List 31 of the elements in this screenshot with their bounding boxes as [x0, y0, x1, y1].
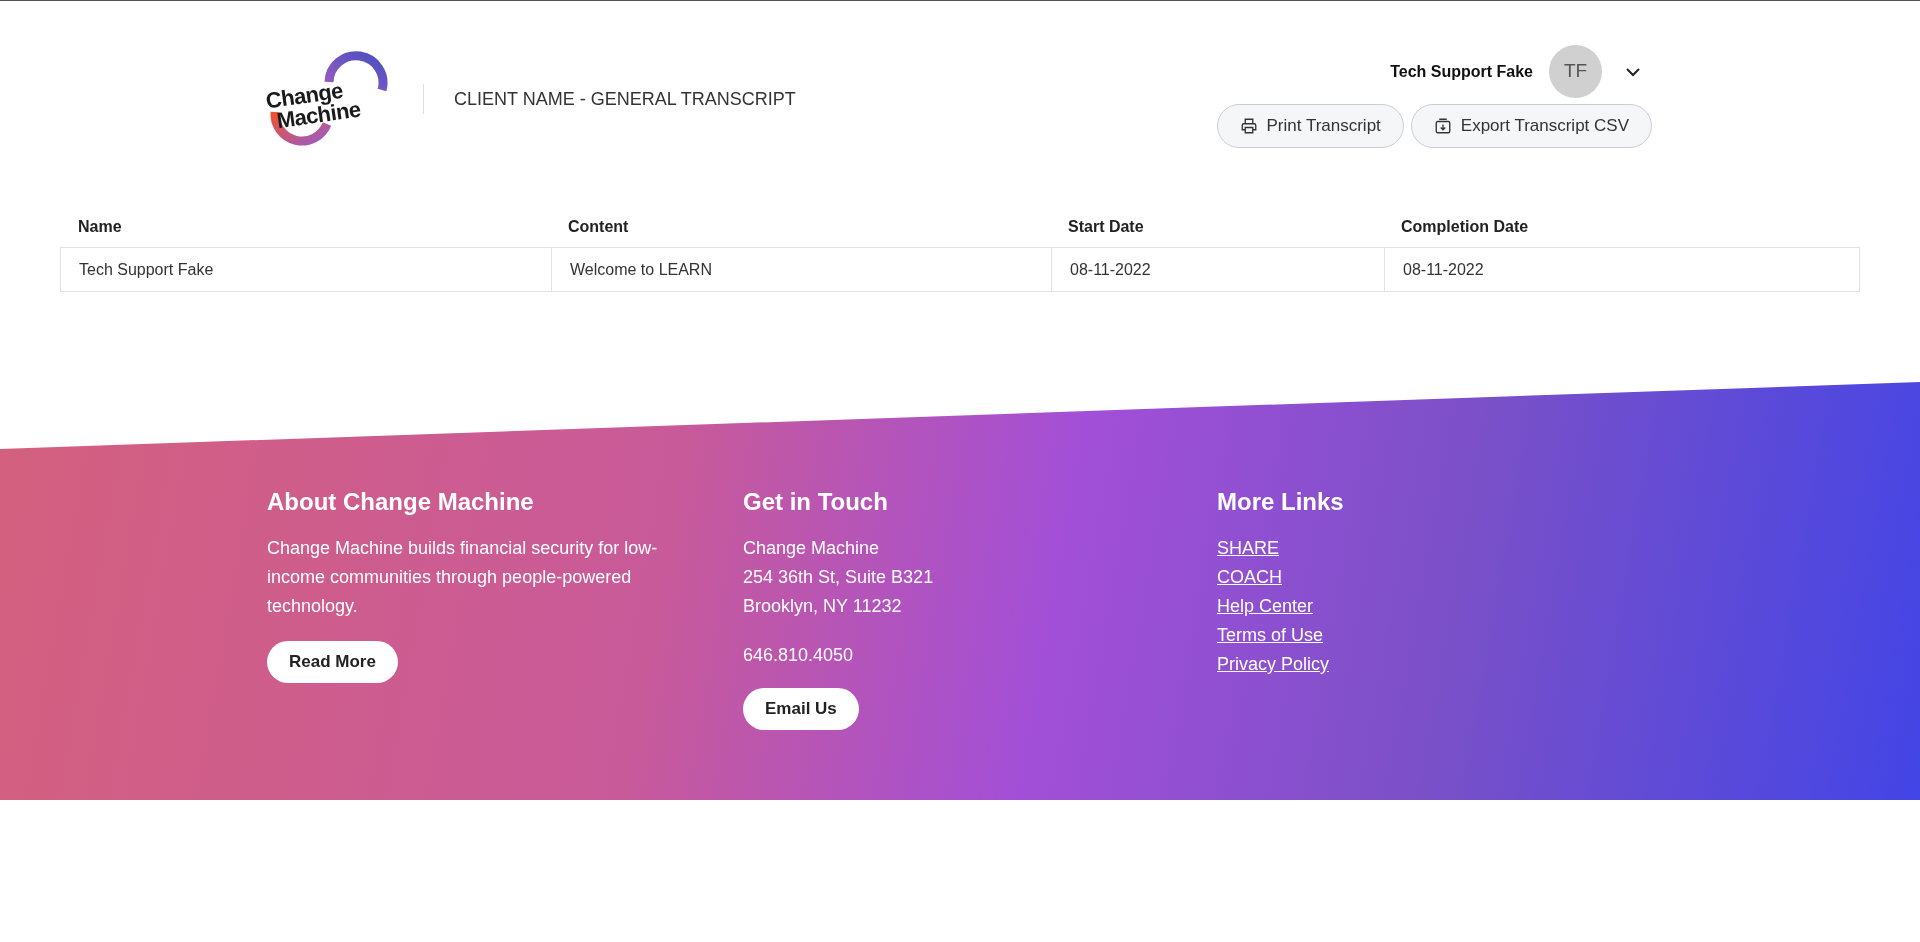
table-cell: 08-11-2022 — [1051, 248, 1384, 291]
footer-heading: More Links — [1217, 487, 1344, 517]
address-line: Change Machine — [743, 537, 881, 560]
page-title: CLIENT NAME - GENERAL TRANSCRIPT — [454, 87, 796, 111]
user-name: Tech Support Fake — [1390, 61, 1533, 82]
column-header: Content — [568, 218, 629, 235]
download-box-icon — [1433, 117, 1452, 135]
email-us-button[interactable]: Email Us — [743, 688, 859, 730]
table-cell: 08-11-2022 — [1384, 248, 1859, 291]
table-cell-text: Tech Support Fake — [78, 259, 215, 280]
footer-link[interactable]: COACH — [1217, 567, 1282, 587]
footer-link[interactable]: SHARE — [1217, 538, 1279, 558]
transcript-button[interactable]: Export Transcript CSV — [1410, 104, 1652, 148]
phone-number: 646.810.4050 — [743, 644, 855, 667]
address-line: 254 36th St, Suite B321 — [743, 566, 935, 589]
chevron-down-icon[interactable] — [1624, 66, 1642, 78]
address-line: Brooklyn, NY 11232 — [743, 595, 903, 618]
column-header: Start Date — [1068, 218, 1144, 235]
footer-link[interactable]: Privacy Policy — [1217, 654, 1330, 674]
about-text: Change Machine builds financial security for low-income communities through people-powered technology. — [267, 537, 659, 618]
read-more-button[interactable]: Read More — [267, 641, 398, 683]
column-header: Name — [78, 218, 122, 235]
transcript-button[interactable]: Print Transcript — [1216, 104, 1404, 148]
footer-link[interactable]: Terms of Use — [1217, 625, 1324, 645]
table-cell: Welcome to LEARN — [551, 248, 1051, 291]
user-avatar[interactable]: TF — [1549, 45, 1602, 98]
footer-link[interactable]: Help Center — [1217, 596, 1314, 616]
footer-heading: About Change Machine — [267, 487, 535, 517]
printer-icon — [1239, 117, 1258, 135]
column-header: Completion Date — [1401, 218, 1529, 235]
footer-heading: Get in Touch — [743, 487, 889, 517]
